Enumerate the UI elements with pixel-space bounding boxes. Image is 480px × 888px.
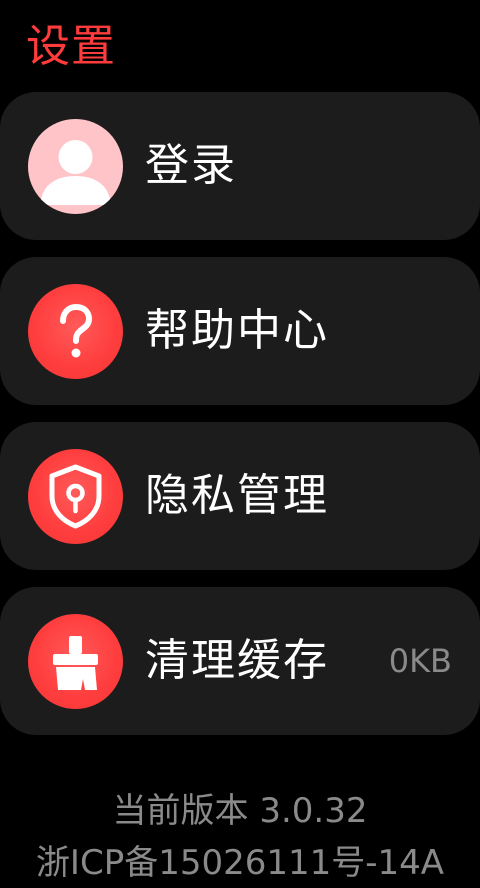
broom-icon	[28, 614, 123, 709]
menu-item-label: 帮助中心	[145, 305, 329, 356]
icp-license[interactable]: 浙ICP备15026111号-14A	[0, 838, 480, 888]
cache-size-value: 0KB	[388, 642, 452, 680]
user-avatar-icon	[28, 119, 123, 214]
menu-item-clear-cache[interactable]: 清理缓存 0KB	[0, 587, 480, 735]
shield-keyhole-icon	[28, 449, 123, 544]
menu-item-label: 清理缓存	[145, 635, 329, 686]
menu-item-label: 隐私管理	[145, 470, 329, 521]
page-title: 设置	[26, 21, 116, 72]
app-version: 当前版本 3.0.32	[112, 791, 368, 831]
menu-item-help-center[interactable]: 帮助中心	[0, 257, 480, 405]
question-mark-icon	[28, 284, 123, 379]
menu-item-label: 登录	[145, 140, 237, 191]
menu-item-privacy[interactable]: 隐私管理	[0, 422, 480, 570]
menu-item-login[interactable]: 登录	[0, 92, 480, 240]
